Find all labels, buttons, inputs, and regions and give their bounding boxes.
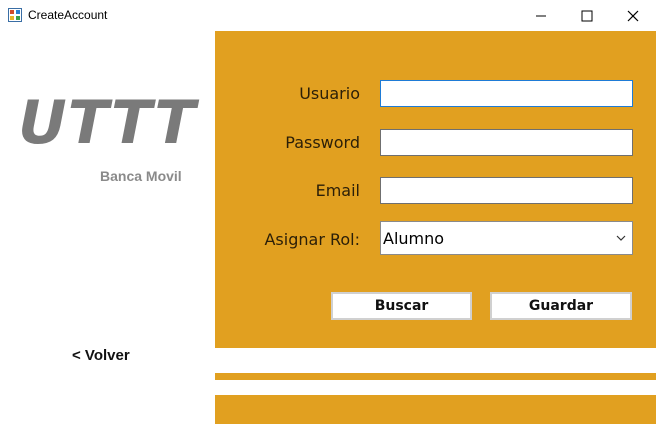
minimize-button[interactable] xyxy=(518,0,564,31)
brand-tagline: Banca Movil xyxy=(100,168,182,184)
rol-selected-value: Alumno xyxy=(383,228,445,248)
back-link[interactable]: < Volver xyxy=(72,347,130,364)
decorative-stripe xyxy=(215,380,656,395)
guardar-button[interactable]: Guardar xyxy=(490,292,632,320)
rol-label: Asignar Rol: xyxy=(264,230,360,249)
email-input[interactable] xyxy=(380,177,633,204)
decorative-stripe xyxy=(215,348,656,373)
buscar-button[interactable]: Buscar xyxy=(331,292,472,320)
rol-select[interactable]: Alumno xyxy=(380,221,633,255)
password-input[interactable] xyxy=(380,129,633,156)
app-icon xyxy=(8,8,22,22)
window-title: CreateAccount xyxy=(28,8,108,22)
email-label: Email xyxy=(315,181,360,200)
form-panel: Usuario Password Email Asignar Rol: Alum… xyxy=(215,31,656,424)
usuario-label: Usuario xyxy=(299,84,360,103)
brand-logo: UTTT xyxy=(18,88,197,158)
maximize-button[interactable] xyxy=(564,0,610,31)
left-panel: UTTT Banca Movil < Volver xyxy=(0,31,215,424)
chevron-down-icon xyxy=(616,235,626,241)
password-label: Password xyxy=(285,133,360,152)
title-bar: CreateAccount xyxy=(0,0,656,31)
minimize-icon xyxy=(536,15,546,16)
close-icon xyxy=(627,10,639,21)
maximize-icon xyxy=(581,10,593,21)
usuario-input[interactable] xyxy=(380,80,633,107)
close-button[interactable] xyxy=(610,0,656,31)
